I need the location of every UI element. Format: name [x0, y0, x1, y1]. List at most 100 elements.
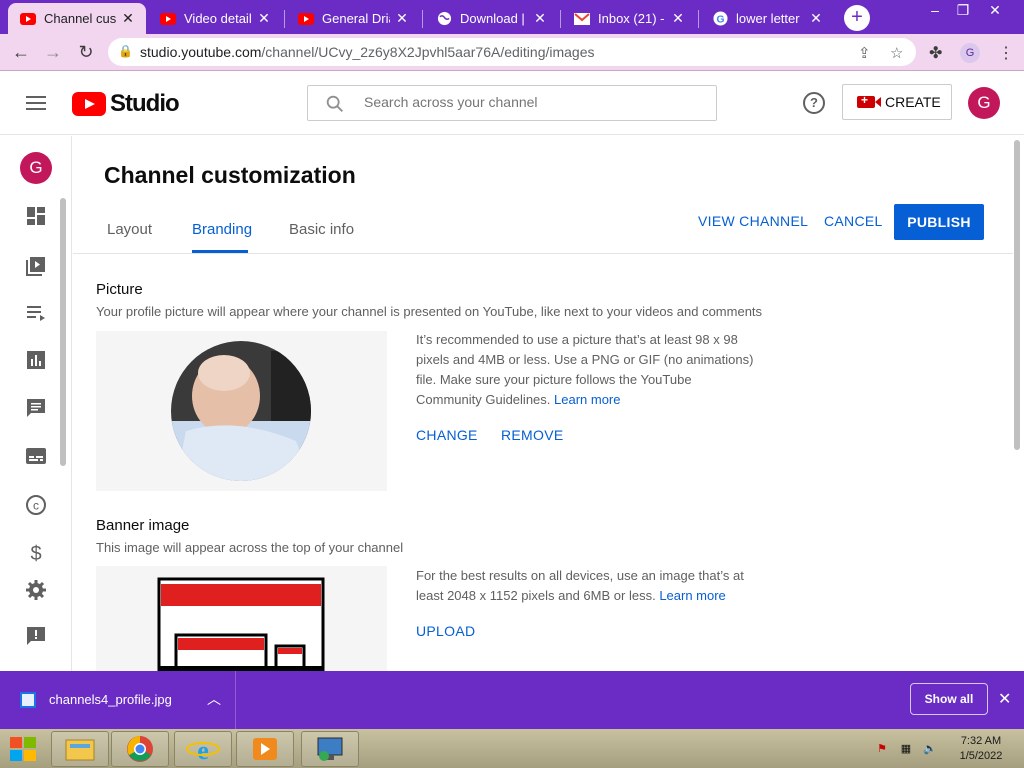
browser-tab-google-search[interactable]: G lower letter u ✕: [700, 3, 834, 34]
back-icon[interactable]: ←: [9, 41, 33, 65]
search-icon: [326, 95, 343, 112]
close-download-shelf-icon[interactable]: ✕: [998, 689, 1011, 709]
network-icon[interactable]: ▦: [899, 742, 913, 756]
publish-button[interactable]: PUBLISH: [894, 204, 984, 240]
close-tab-icon[interactable]: ✕: [532, 10, 548, 27]
banner-image-preview: [96, 566, 387, 671]
clock-time: 7:32 AM: [960, 735, 1002, 747]
create-video-icon: [857, 93, 875, 108]
file-explorer-taskbar-icon[interactable]: [51, 731, 109, 767]
banner-placeholder-image: [157, 577, 325, 671]
new-tab-button[interactable]: +: [844, 5, 870, 31]
clock-date: 1/5/2022: [959, 750, 1003, 762]
monetization-icon[interactable]: $: [24, 542, 48, 566]
globe-icon: [436, 11, 452, 27]
bookmark-star-icon[interactable]: ☆: [890, 44, 903, 62]
view-channel-button[interactable]: VIEW CHANNEL: [698, 213, 808, 229]
search-box[interactable]: [307, 85, 717, 121]
volume-muted-icon[interactable]: 🔈: [923, 742, 937, 756]
youtube-studio-favicon-icon: [160, 11, 176, 27]
picture-section-title: Picture: [96, 281, 143, 298]
help-icon[interactable]: ?: [803, 92, 825, 114]
browser-tab-video-details[interactable]: Video details ✕: [148, 3, 282, 34]
windows-start-icon[interactable]: [8, 735, 38, 763]
comments-icon[interactable]: [24, 398, 48, 422]
left-navigation-rail: G c $: [0, 136, 72, 671]
banner-learn-more-link[interactable]: Learn more: [659, 588, 725, 603]
browser-profile-avatar[interactable]: G: [960, 43, 980, 63]
studio-header: Studio ? CREATE G: [0, 71, 1024, 135]
banner-requirements: For the best results on all devices, use…: [416, 566, 756, 606]
dashboard-icon[interactable]: [24, 206, 48, 230]
copyright-icon[interactable]: c: [24, 494, 48, 518]
show-all-downloads-button[interactable]: Show all: [910, 683, 988, 715]
close-tab-icon[interactable]: ✕: [394, 10, 410, 27]
image-file-icon: [20, 692, 36, 708]
close-window-icon[interactable]: ✕: [980, 0, 1010, 22]
picture-learn-more-link[interactable]: Learn more: [554, 392, 620, 407]
action-center-flag-icon[interactable]: ⚑: [875, 742, 889, 756]
internet-explorer-taskbar-icon[interactable]: e: [174, 731, 232, 767]
download-item[interactable]: channels4_profile.jpg ︿: [0, 671, 236, 729]
browser-tab-gmail-inbox[interactable]: Inbox (21) - g ✕: [562, 3, 696, 34]
forward-icon[interactable]: →: [41, 41, 65, 65]
subtitles-icon[interactable]: [24, 447, 48, 471]
search-input[interactable]: [364, 94, 694, 110]
address-bar[interactable]: 🔒 studio.youtube.com/channel/UCvy_2z6y8X…: [108, 38, 916, 66]
browser-tab-download[interactable]: Download | fil ✕: [424, 3, 558, 34]
lock-icon: 🔒: [118, 44, 133, 58]
browser-tab-strip: Channel custo ✕ Video details ✕ General …: [0, 0, 1024, 34]
browser-tab-title: Video details: [184, 11, 252, 26]
browser-toolbar: ← → ↻ 🔒 studio.youtube.com/channel/UCvy_…: [0, 34, 1024, 71]
create-button-label: CREATE: [885, 94, 941, 110]
page-title: Channel customization: [104, 162, 356, 188]
channel-avatar[interactable]: G: [20, 152, 52, 184]
studio-logo-text: Studio: [110, 90, 180, 117]
send-feedback-icon[interactable]: [24, 626, 48, 650]
upload-banner-button[interactable]: UPLOAD: [416, 623, 475, 639]
create-button[interactable]: CREATE: [842, 84, 952, 120]
chevron-up-icon[interactable]: ︿: [207, 689, 221, 709]
minimize-window-icon[interactable]: –: [920, 0, 950, 22]
display-settings-taskbar-icon[interactable]: [301, 731, 359, 767]
tab-layout[interactable]: Layout: [107, 221, 152, 238]
close-tab-icon[interactable]: ✕: [120, 10, 136, 27]
browser-tab-channel-customization[interactable]: Channel custo ✕: [8, 3, 146, 34]
tab-separator: [698, 10, 699, 28]
banner-section-title: Banner image: [96, 517, 190, 534]
main-scrollbar-thumb[interactable]: [1014, 140, 1020, 450]
change-picture-button[interactable]: CHANGE: [416, 427, 478, 443]
hamburger-menu-icon[interactable]: [26, 96, 46, 110]
media-player-taskbar-icon[interactable]: [236, 731, 294, 767]
url-path: /channel/UCvy_2z6y8X2Jpvhl5aar76A/editin…: [261, 44, 595, 60]
chrome-taskbar-icon[interactable]: [111, 731, 169, 767]
browser-tab-title: Inbox (21) - g: [598, 11, 666, 26]
system-clock[interactable]: 7:32 AM 1/5/2022: [950, 734, 1012, 764]
close-tab-icon[interactable]: ✕: [670, 10, 686, 27]
account-avatar[interactable]: G: [968, 87, 1000, 119]
analytics-icon[interactable]: [24, 350, 48, 374]
playlists-icon[interactable]: [24, 302, 48, 326]
content-icon[interactable]: [24, 255, 48, 279]
tab-branding[interactable]: Branding: [192, 221, 252, 238]
settings-gear-icon[interactable]: [24, 579, 48, 603]
browser-menu-icon[interactable]: ⋮: [998, 43, 1014, 63]
youtube-studio-favicon-icon: [20, 11, 36, 27]
main-scrollbar[interactable]: [1013, 136, 1021, 671]
profile-photo-image: [171, 341, 311, 481]
studio-logo[interactable]: Studio: [72, 90, 180, 118]
extensions-puzzle-icon[interactable]: ✤: [929, 43, 942, 63]
tab-basic-info[interactable]: Basic info: [289, 221, 354, 238]
close-tab-icon[interactable]: ✕: [808, 10, 824, 27]
browser-tab-general-drian[interactable]: General Drian ✕: [286, 3, 420, 34]
browser-tab-title: General Drian: [322, 11, 390, 26]
gmail-icon: [574, 11, 590, 27]
share-icon[interactable]: ⇪: [858, 44, 871, 62]
restore-window-icon[interactable]: ❐: [948, 0, 978, 22]
remove-picture-button[interactable]: REMOVE: [501, 427, 563, 443]
close-tab-icon[interactable]: ✕: [256, 10, 272, 27]
reload-icon[interactable]: ↻: [74, 41, 98, 65]
cancel-button[interactable]: CANCEL: [824, 213, 883, 229]
browser-tab-title: Download | fil: [460, 11, 528, 26]
rail-scrollbar[interactable]: [60, 198, 66, 466]
